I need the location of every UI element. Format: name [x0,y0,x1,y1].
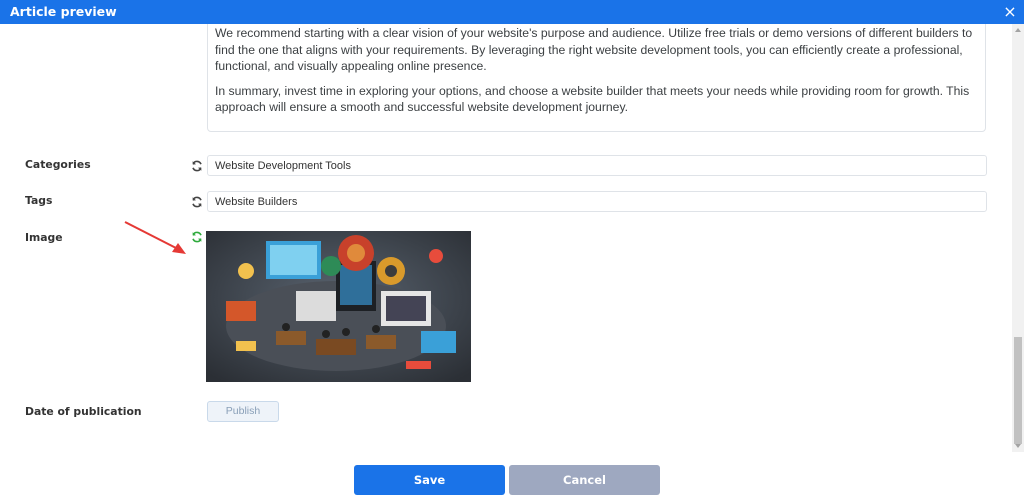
article-paragraph: In summary, invest time in exploring you… [215,83,970,115]
tags-label: Tags [25,194,53,207]
dialog-titlebar: Article preview × [0,0,1024,24]
date-label: Date of publication [25,405,142,418]
dialog-content: We recommend starting with a clear visio… [0,24,1012,452]
tags-input[interactable]: Website Builders [207,191,987,212]
scrollbar-thumb[interactable] [1014,337,1022,444]
cancel-button[interactable]: Cancel [509,465,660,495]
save-button[interactable]: Save [354,465,505,495]
article-body-textarea[interactable]: We recommend starting with a clear visio… [207,24,986,132]
article-paragraph: We recommend starting with a clear visio… [215,26,973,73]
illustration-image [206,231,471,382]
publish-button[interactable]: Publish [207,401,279,422]
article-image[interactable] [206,231,471,382]
scroll-down-icon[interactable] [1015,444,1021,448]
categories-input[interactable]: Website Development Tools [207,155,987,176]
categories-label: Categories [25,158,91,171]
refresh-icon[interactable] [191,196,203,208]
scrollbar[interactable] [1012,24,1024,452]
refresh-icon[interactable] [191,231,203,243]
image-label: Image [25,231,63,244]
close-icon[interactable]: × [1002,3,1018,21]
scroll-up-icon[interactable] [1015,28,1021,32]
refresh-icon[interactable] [191,160,203,172]
dialog-title: Article preview [10,4,117,19]
red-arrow [124,221,186,254]
